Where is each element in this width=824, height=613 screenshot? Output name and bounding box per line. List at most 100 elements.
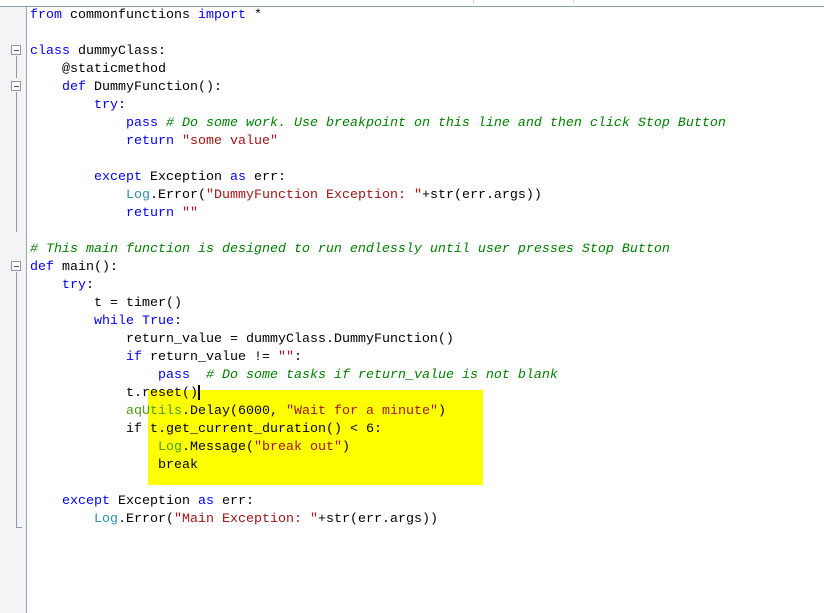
keyword-token: pass	[158, 368, 190, 383]
code-token: )	[437, 404, 446, 419]
code-line[interactable]: from commonfunctions import *	[30, 7, 262, 25]
fold-line	[16, 272, 17, 527]
string-token: "break out"	[253, 440, 342, 455]
code-line[interactable]: if t.get_current_duration() < 6:	[126, 421, 382, 439]
code-token: DummyFunction():	[86, 80, 222, 95]
keyword-token: if	[126, 350, 142, 365]
code-token: :	[118, 98, 126, 113]
code-token: )	[341, 440, 350, 455]
object-token: Log	[158, 440, 182, 455]
code-token: err:	[245, 170, 286, 185]
string-token: "DummyFunction Exception: "	[206, 188, 422, 203]
code-line[interactable]: def main():	[30, 259, 118, 277]
keyword-token: class	[30, 44, 70, 59]
code-line[interactable]: @staticmethod	[62, 61, 166, 79]
code-line[interactable]: return "some value"	[126, 133, 278, 151]
code-editor[interactable]: from commonfunctions import * class dummy…	[30, 7, 824, 613]
code-token: :	[86, 278, 94, 293]
code-token: .Delay(6000,	[182, 404, 286, 419]
code-token: +str(err.args))	[317, 512, 438, 527]
keyword-token: try	[94, 98, 118, 113]
code-line[interactable]: if return_value != "":	[126, 349, 302, 367]
code-token: +str(err.args))	[421, 188, 542, 203]
keyword-token: as	[229, 170, 246, 185]
keyword-token: from	[30, 8, 62, 23]
code-line[interactable]: except Exception as err:	[62, 493, 254, 511]
fold-toggle-icon[interactable]	[11, 81, 21, 91]
object-token: aqUtils	[126, 404, 182, 419]
keyword-token: True	[142, 314, 174, 329]
keyword-token: except	[94, 170, 142, 185]
keyword-token: return	[126, 206, 174, 221]
string-token: "Main Exception: "	[174, 512, 318, 527]
code-line[interactable]: pass # Do some tasks if return_value is …	[158, 367, 558, 385]
toolbar-separator	[473, 0, 474, 3]
code-line[interactable]: try:	[62, 277, 94, 295]
keyword-token: pass	[126, 116, 158, 131]
code-token: main():	[54, 260, 118, 275]
code-line[interactable]: def DummyFunction():	[62, 79, 222, 97]
keyword-token: return	[126, 134, 174, 149]
code-token: :	[174, 314, 182, 329]
code-token: .Error(	[150, 188, 206, 203]
code-line[interactable]: # This main function is designed to run …	[30, 241, 670, 259]
fold-toggle-icon[interactable]	[11, 261, 21, 271]
code-line[interactable]: t.reset()	[126, 385, 200, 403]
code-line[interactable]: try:	[94, 97, 126, 115]
code-token: .Message(	[182, 440, 254, 455]
comment-token: # This main function is designed to run …	[30, 242, 670, 257]
toolbar-separator	[573, 0, 574, 3]
code-line[interactable]: pass # Do some work. Use breakpoint on t…	[126, 115, 726, 133]
keyword-token: while	[94, 314, 134, 329]
fold-toggle-icon[interactable]	[11, 45, 21, 55]
code-token: break	[158, 458, 198, 473]
code-line[interactable]: Log.Message("break out")	[158, 439, 350, 457]
code-token: return_value !=	[142, 350, 278, 365]
code-token: commonfunctions	[62, 8, 198, 23]
code-token: Exception	[110, 494, 198, 509]
fold-line	[16, 92, 17, 232]
code-line[interactable]: return_value = dummyClass.DummyFunction(…	[126, 331, 454, 349]
code-line[interactable]: t = timer()	[94, 295, 182, 313]
fold-line	[16, 56, 17, 78]
code-line[interactable]: Log.Error("DummyFunction Exception: "+st…	[126, 187, 542, 205]
keyword-token: as	[197, 494, 214, 509]
code-token: t.reset()	[126, 386, 198, 402]
code-token: err:	[213, 494, 254, 509]
fold-end	[16, 527, 22, 528]
code-line[interactable]: while True:	[94, 313, 182, 331]
code-token: :	[293, 350, 302, 365]
code-line[interactable]: class dummyClass:	[30, 43, 166, 61]
text-cursor	[197, 385, 200, 400]
code-line[interactable]: return ""	[126, 205, 198, 223]
code-token: dummyClass:	[70, 44, 166, 59]
keyword-token: try	[62, 278, 86, 293]
code-token: .Error(	[118, 512, 174, 527]
code-token: if t.get_current_duration() < 6:	[126, 422, 382, 437]
string-token: ""	[277, 350, 294, 365]
keyword-token: except	[62, 494, 110, 509]
code-token: return_value = dummyClass.DummyFunction(…	[126, 332, 454, 347]
code-line[interactable]: break	[158, 457, 198, 475]
code-token: @staticmethod	[62, 62, 166, 77]
string-token: ""	[182, 206, 198, 221]
string-token: "some value"	[182, 134, 278, 149]
keyword-token: import	[197, 8, 246, 23]
object-token: Log	[94, 512, 118, 527]
toolbar	[0, 0, 824, 7]
comment-token: # Do some work. Use breakpoint on this l…	[166, 116, 726, 131]
code-line[interactable]: aqUtils.Delay(6000, "Wait for a minute")	[126, 403, 446, 421]
keyword-token: def	[30, 260, 54, 275]
code-token: Exception	[142, 170, 230, 185]
keyword-token: def	[62, 80, 86, 95]
code-line[interactable]: except Exception as err:	[94, 169, 286, 187]
code-token: *	[245, 8, 262, 23]
comment-token: # Do some tasks if return_value is not b…	[206, 368, 558, 383]
editor-gutter	[0, 7, 27, 613]
object-token: Log	[126, 188, 150, 203]
code-line[interactable]: Log.Error("Main Exception: "+str(err.arg…	[94, 511, 438, 529]
